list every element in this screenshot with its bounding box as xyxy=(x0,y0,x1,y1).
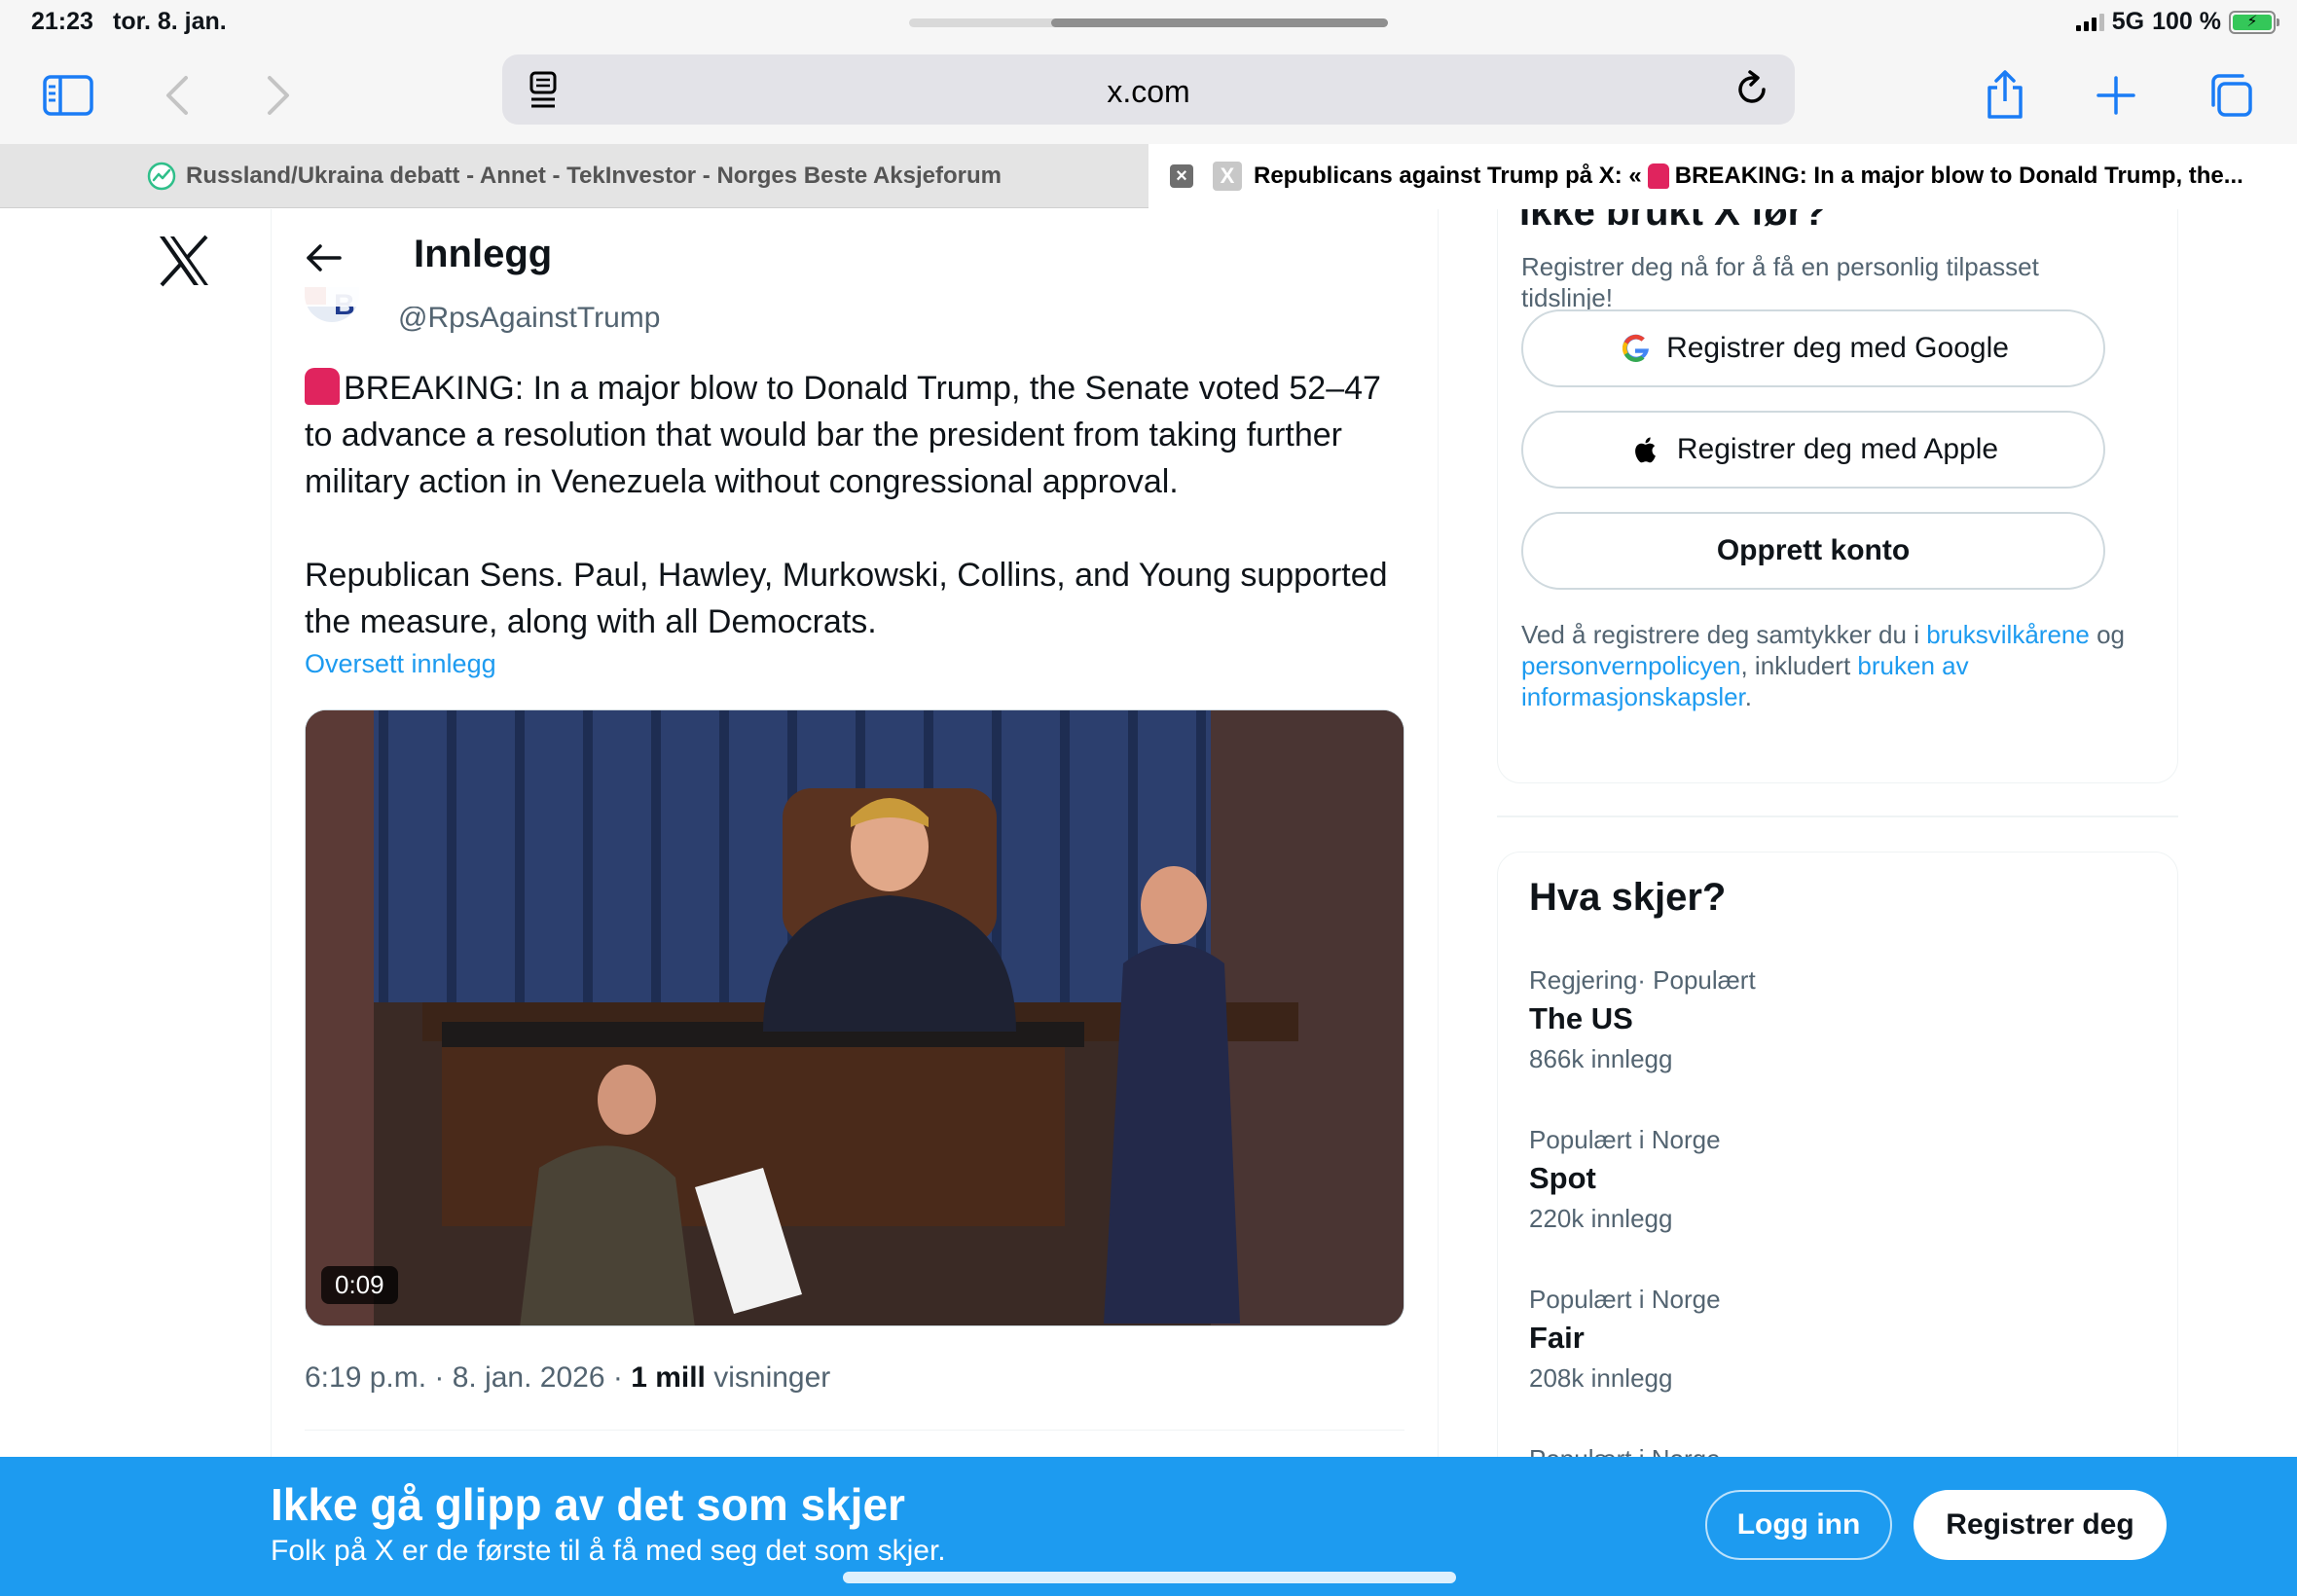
privacy-link[interactable]: personvernpolicyen xyxy=(1521,651,1740,680)
signup-heading: Ikke brukt X før? xyxy=(1519,209,1827,234)
divider xyxy=(305,1430,1404,1431)
tab-bar: Russland/Ukraina debatt - Annet - TekInv… xyxy=(0,144,2297,208)
trend-name: Fair xyxy=(1529,1321,1585,1355)
signup-google-button[interactable]: Registrer deg med Google xyxy=(1521,309,2105,387)
trend-name: The US xyxy=(1529,1001,1633,1035)
status-bar: 21:23 tor. 8. jan. 5G 100 % ⚡ xyxy=(0,0,2297,49)
legal-text-part: og xyxy=(2089,620,2125,649)
post-metadata: 6:19 p.m. · 8. jan. 2026 · 1 mill visnin… xyxy=(305,1361,830,1395)
create-account-button[interactable]: Opprett konto xyxy=(1521,512,2105,590)
video-frame xyxy=(306,710,1404,1325)
post-timestamp[interactable]: 6:19 p.m. · 8. jan. 2026 · xyxy=(305,1361,631,1394)
trend-item[interactable]: Populært i Norge Spot 220k innlegg xyxy=(1529,1125,2113,1234)
back-arrow-icon[interactable] xyxy=(305,238,344,277)
register-button[interactable]: Registrer deg xyxy=(1914,1490,2167,1560)
plus-icon[interactable] xyxy=(2087,66,2145,125)
tab-label-suffix: BREAKING: In a major blow to Donald Trum… xyxy=(1674,163,2243,189)
x-favicon-icon: X xyxy=(1213,162,1242,191)
tabs-icon[interactable] xyxy=(2202,66,2260,125)
tab-tekinvestor[interactable]: Russland/Ukraina debatt - Annet - TekInv… xyxy=(0,144,1148,208)
chevron-right-icon[interactable] xyxy=(249,66,308,125)
tab-x-post[interactable]: × X Republicans against Trump på X: « BR… xyxy=(1148,144,2297,208)
trend-context: Populært i Norge xyxy=(1529,1125,1721,1154)
banner-title: Ikke gå glipp av det som skjer xyxy=(271,1479,905,1530)
login-button[interactable]: Logg inn xyxy=(1705,1490,1892,1560)
signup-apple-button[interactable]: Registrer deg med Apple xyxy=(1521,411,2105,489)
post-paragraph-2: Republican Sens. Paul, Hawley, Murkowski… xyxy=(305,557,1388,640)
legal-text-part: , inkludert xyxy=(1740,651,1858,680)
x-page: B @RpsAgainstTrump Innlegg BREAKING: In … xyxy=(0,209,2297,1460)
x-logo-icon[interactable] xyxy=(158,235,210,287)
trend-count: 220k innlegg xyxy=(1529,1204,1673,1233)
status-right: 5G 100 % ⚡ xyxy=(2075,8,2279,36)
google-icon xyxy=(1622,334,1650,362)
divider xyxy=(1497,816,2178,817)
signup-card: Ikke brukt X før? Registrer deg nå for å… xyxy=(1497,209,2178,783)
legal-text-part: Ved å registrere deg samtykker du i xyxy=(1521,620,1927,649)
trend-item[interactable]: Populært i Norge Fair 208k innlegg xyxy=(1529,1285,2113,1394)
status-time: 21:23 xyxy=(31,8,93,35)
url-text[interactable]: x.com xyxy=(502,74,1795,110)
chevron-left-icon[interactable] xyxy=(148,66,206,125)
tab-label: Russland/Ukraina debatt - Annet - TekInv… xyxy=(186,163,1002,189)
views-label: visninger xyxy=(705,1361,831,1394)
siren-emoji-icon xyxy=(1647,163,1669,189)
trends-title: Hva skjer? xyxy=(1529,876,1727,919)
sidebar-icon[interactable] xyxy=(39,66,97,125)
trend-context: Regjering· Populært xyxy=(1529,965,1756,995)
banner-subtitle: Folk på X er de første til å få med seg … xyxy=(271,1535,946,1567)
cellular-signal-icon xyxy=(2075,13,2104,31)
tab-label-prefix: Republicans against Trump på X: « xyxy=(1254,163,1642,189)
battery-icon: ⚡ xyxy=(2229,10,2279,34)
browser-toolbar: x.com xyxy=(0,49,2297,144)
apple-button-label: Registrer deg med Apple xyxy=(1676,433,1999,465)
legal-text-part: . xyxy=(1744,682,1753,711)
multitasking-indicator[interactable] xyxy=(909,18,1388,27)
post-text: BREAKING: In a major blow to Donald Trum… xyxy=(305,365,1404,692)
share-icon[interactable] xyxy=(1976,66,2034,125)
trend-name: Spot xyxy=(1529,1161,1596,1195)
video-duration: 0:09 xyxy=(321,1266,398,1304)
status-date: tor. 8. jan. xyxy=(113,8,227,35)
google-button-label: Registrer deg med Google xyxy=(1666,332,2009,364)
home-indicator[interactable] xyxy=(843,1572,1456,1583)
terms-link[interactable]: bruksvilkårene xyxy=(1926,620,2090,649)
trend-count: 866k innlegg xyxy=(1529,1044,1673,1073)
siren-emoji-icon xyxy=(305,368,340,405)
trends-card: Hva skjer? Regjering· Populært The US 86… xyxy=(1497,852,2178,1460)
address-bar[interactable]: x.com xyxy=(502,54,1795,125)
legal-text: Ved å registrere deg samtykker du i bruk… xyxy=(1521,619,2154,712)
views-count: 1 mill xyxy=(631,1361,706,1394)
translate-link[interactable]: Oversett innlegg xyxy=(305,649,496,679)
battery-percentage: 100 % xyxy=(2152,8,2221,35)
author-handle[interactable]: @RpsAgainstTrump xyxy=(398,302,660,335)
reload-icon[interactable] xyxy=(1731,68,1773,111)
close-tab-icon[interactable]: × xyxy=(1170,164,1193,188)
signup-subtitle: Registrer deg nå for å få en personlig t… xyxy=(1521,252,2039,312)
network-type: 5G xyxy=(2111,8,2145,35)
trend-item[interactable]: Regjering· Populært The US 866k innlegg xyxy=(1529,965,2113,1074)
post-paragraph-1: BREAKING: In a major blow to Donald Trum… xyxy=(305,370,1381,500)
apple-icon xyxy=(1634,437,1656,463)
post-header: Innlegg xyxy=(272,209,1438,307)
trend-count: 208k innlegg xyxy=(1529,1363,1673,1393)
page-title: Innlegg xyxy=(414,233,553,275)
main-column: B @RpsAgainstTrump Innlegg BREAKING: In … xyxy=(271,209,1439,1460)
trend-context: Populært i Norge xyxy=(1529,1285,1721,1314)
video-player[interactable]: 0:09 xyxy=(305,709,1404,1326)
tekinvestor-favicon-icon xyxy=(147,162,176,191)
